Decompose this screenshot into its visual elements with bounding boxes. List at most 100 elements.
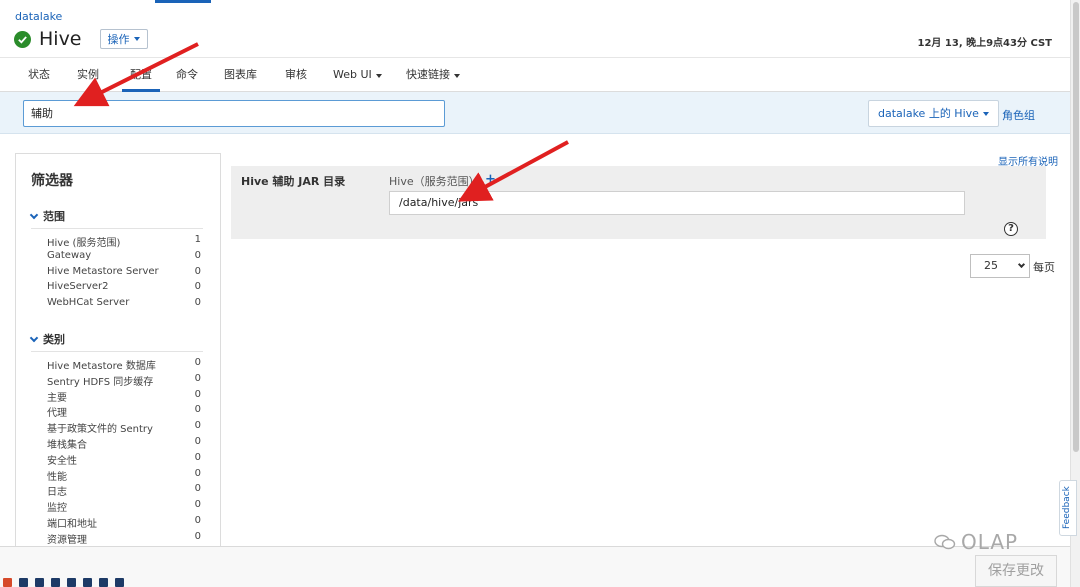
- filter-item-label: 日志: [47, 487, 67, 499]
- app-icon[interactable]: [19, 578, 28, 587]
- filter-item-label: 基于政策文件的 Sentry: [47, 424, 153, 436]
- feedback-label: Feedback: [1062, 486, 1072, 529]
- category-filter-item[interactable]: 端口和地址 0: [47, 515, 201, 530]
- filter-item-label: 安全性: [47, 455, 77, 467]
- search-input[interactable]: 辅助: [23, 100, 445, 127]
- app-icon[interactable]: [83, 578, 92, 587]
- service-header: datalake Hive 操作 12月 13, 晚上9点43分 CST: [0, 4, 1070, 57]
- category-filter-item[interactable]: 日志 0: [47, 483, 201, 498]
- filter-item-count: 0: [194, 404, 201, 416]
- tab-status[interactable]: 状态: [28, 58, 50, 92]
- tab-quick-links[interactable]: 快速链接: [406, 58, 460, 92]
- filter-item-count: 0: [194, 372, 201, 384]
- per-page-value: 25: [984, 259, 998, 272]
- filter-item-label: Sentry HDFS 同步缓存: [47, 376, 154, 388]
- question-circle-icon[interactable]: ?: [1004, 222, 1018, 236]
- chevron-down-icon: [982, 111, 989, 116]
- category-filter-item[interactable]: 性能 0: [47, 468, 201, 483]
- search-toolbar: 辅助 datalake 上的 Hive 角色组: [0, 92, 1070, 134]
- category-filter-item[interactable]: Sentry HDFS 同步缓存 0: [47, 373, 201, 388]
- filter-title: 筛选器: [31, 173, 73, 189]
- chevron-down-icon: [133, 37, 140, 41]
- filter-item-label: 性能: [47, 471, 67, 483]
- chevron-down-icon: [454, 74, 460, 78]
- tab-charts-library[interactable]: 图表库: [224, 58, 257, 92]
- filter-item-label: 资源管理: [47, 534, 87, 546]
- service-title-row: Hive 操作: [14, 28, 148, 50]
- app-icon[interactable]: [67, 578, 76, 587]
- filter-item-count: 0: [194, 249, 201, 261]
- service-tabs: 状态 实例 配置 命令 图表库 审核 Web UI 快速链接: [0, 57, 1070, 92]
- scope-filter-item[interactable]: WebHCat Server 0: [47, 297, 201, 312]
- check-circle-icon: [14, 30, 31, 48]
- chevron-down-icon: [29, 333, 39, 343]
- filter-panel: 筛选器 范围 Hive (服务范围) 1 Gateway 0 Hive Metastor…: [15, 153, 221, 547]
- filter-item-label: 主要: [47, 392, 67, 404]
- property-value-input[interactable]: /data/hive/jars: [389, 191, 965, 215]
- scope-filter-item[interactable]: Gateway 0: [47, 250, 201, 265]
- actions-label: 操作: [107, 33, 130, 46]
- top-accent-marker: [155, 0, 211, 3]
- service-name: Hive: [39, 28, 82, 50]
- filter-item-label: 监控: [47, 503, 67, 515]
- filter-item-label: Hive (服务范围): [47, 238, 121, 249]
- footer-bar: [0, 546, 1070, 587]
- plus-icon[interactable]: +: [485, 172, 496, 187]
- category-filter-item[interactable]: 资源管理 0: [47, 531, 201, 546]
- tab-audits[interactable]: 审核: [285, 58, 307, 92]
- app-icon[interactable]: [3, 578, 12, 587]
- tab-commands[interactable]: 命令: [176, 58, 198, 92]
- taskbar-icons: [3, 578, 124, 587]
- scope-filter-item[interactable]: Hive Metastore Server 0: [47, 266, 201, 281]
- chevron-down-icon: [29, 210, 39, 220]
- filter-item-count: 0: [194, 297, 201, 309]
- scope-dropdown-button[interactable]: datalake 上的 Hive: [868, 100, 999, 127]
- tab-instances[interactable]: 实例: [77, 58, 99, 92]
- cluster-link[interactable]: datalake: [15, 10, 62, 23]
- save-changes-button[interactable]: 保存更改: [975, 555, 1057, 587]
- filter-section-category[interactable]: 类别: [29, 331, 203, 352]
- filter-section-scope[interactable]: 范围: [29, 208, 203, 229]
- watermark-text: OLAP: [961, 530, 1019, 554]
- app-icon[interactable]: [51, 578, 60, 587]
- filter-item-count: 0: [194, 388, 201, 400]
- chevron-down-icon: [375, 74, 382, 78]
- filter-item-count: 0: [194, 467, 201, 479]
- chevron-down-icon: [1017, 260, 1026, 269]
- category-filter-item[interactable]: 主要 0: [47, 389, 201, 404]
- filter-item-label: HiveServer2: [47, 281, 109, 293]
- filter-item-count: 0: [194, 420, 201, 432]
- filter-item-label: 代理: [47, 408, 67, 420]
- filter-item-count: 0: [194, 265, 201, 277]
- app-icon[interactable]: [115, 578, 124, 587]
- tab-configuration[interactable]: 配置: [122, 58, 160, 92]
- filter-item-count: 0: [194, 357, 201, 368]
- filter-item-label: Hive Metastore 数据库: [47, 361, 156, 372]
- category-filter-item[interactable]: 堆栈集合 0: [47, 436, 201, 451]
- per-page-label: 每页: [1033, 261, 1055, 274]
- category-filter-item[interactable]: Hive Metastore 数据库 0: [47, 357, 201, 372]
- category-filter-item[interactable]: 监控 0: [47, 499, 201, 514]
- filter-item-count: 0: [194, 451, 201, 463]
- scope-filter-item[interactable]: Hive (服务范围) 1: [47, 234, 201, 249]
- app-icon[interactable]: [99, 578, 108, 587]
- category-filter-item[interactable]: 安全性 0: [47, 452, 201, 467]
- category-filter-item[interactable]: 代理 0: [47, 404, 201, 419]
- scope-filter-item[interactable]: HiveServer2 0: [47, 281, 201, 296]
- tab-web-ui[interactable]: Web UI: [333, 58, 382, 92]
- role-groups-link[interactable]: 角色组: [1002, 107, 1035, 123]
- tab-web-ui-label: Web UI: [333, 68, 372, 81]
- config-property-row: Hive 辅助 JAR 目录 Hive（服务范围） + /data/hive/j…: [231, 166, 1046, 239]
- category-filter-item[interactable]: 基于政策文件的 Sentry 0: [47, 420, 201, 435]
- filter-item-count: 0: [194, 530, 201, 542]
- app-icon[interactable]: [35, 578, 44, 587]
- property-name: Hive 辅助 JAR 目录: [241, 175, 346, 188]
- wechat-icon: [934, 534, 956, 550]
- timestamp: 12月 13, 晚上9点43分 CST: [917, 38, 1053, 49]
- filter-section-category-label: 类别: [43, 333, 65, 346]
- filter-item-label: Hive Metastore Server: [47, 265, 159, 277]
- per-page-select[interactable]: 25: [970, 254, 1030, 278]
- actions-dropdown-button[interactable]: 操作: [99, 29, 148, 49]
- feedback-tab[interactable]: Feedback: [1059, 480, 1077, 536]
- scrollbar-thumb[interactable]: [1073, 2, 1079, 452]
